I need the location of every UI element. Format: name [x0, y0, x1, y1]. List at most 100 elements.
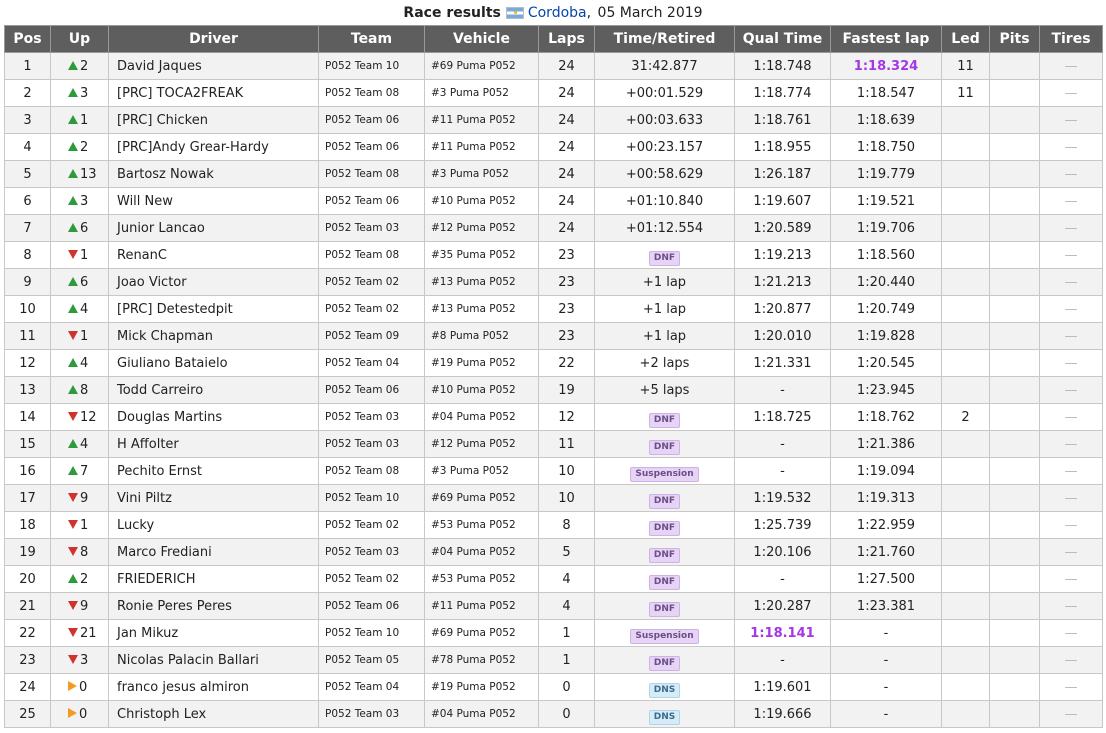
led-cell: 11: [941, 52, 990, 80]
fastest-lap-value: 1:27.500: [856, 571, 916, 587]
time-value: 31:42.877: [631, 58, 698, 74]
driver-cell: Mick Chapman: [108, 322, 319, 350]
time-value: +00:01.529: [625, 85, 704, 101]
position-change-value: 1: [80, 247, 89, 263]
led-cell: [941, 700, 990, 728]
laps-cell: 24: [538, 133, 595, 161]
status-badge: DNF: [648, 601, 681, 617]
position-change-cell: 13: [50, 160, 109, 188]
team-cell: P052 Team 05: [318, 646, 425, 674]
pits-cell: [989, 484, 1040, 512]
qual-time-cell: 1:18.748: [734, 52, 831, 80]
pos-cell: 23: [4, 646, 51, 674]
tires-cell: —: [1039, 295, 1103, 323]
triangle-up-icon: [68, 222, 78, 232]
team-cell: P052 Team 06: [318, 376, 425, 404]
vehicle-cell: #8 Puma P052: [424, 322, 539, 350]
fastest-lap-cell: 1:22.959: [830, 511, 942, 539]
time-cell: DNF: [594, 565, 735, 593]
position-change-cell: 9: [50, 484, 109, 512]
tires-cell: —: [1039, 511, 1103, 539]
laps-cell: 0: [538, 700, 595, 728]
driver-cell: Lucky: [108, 511, 319, 539]
vehicle-cell: #12 Puma P052: [424, 430, 539, 458]
fastest-lap-cell: 1:19.094: [830, 457, 942, 485]
fastest-lap-cell: 1:23.945: [830, 376, 942, 404]
qual-time-cell: 1:21.331: [734, 349, 831, 377]
time-cell: DNS: [594, 673, 735, 701]
caption-date: 05 March 2019: [597, 4, 703, 21]
position-change-value: 13: [80, 166, 97, 182]
fastest-lap-cell: 1:19.313: [830, 484, 942, 512]
tires-cell: —: [1039, 484, 1103, 512]
vehicle-cell: #35 Puma P052: [424, 241, 539, 269]
driver-cell: [PRC] TOCA2FREAK: [108, 79, 319, 107]
led-cell: [941, 565, 990, 593]
driver-cell: Todd Carreiro: [108, 376, 319, 404]
triangle-up-icon: [68, 276, 78, 286]
led-cell: [941, 214, 990, 242]
time-value: +00:58.629: [625, 166, 704, 182]
status-badge: DNF: [648, 574, 681, 590]
team-cell: P052 Team 10: [318, 52, 425, 80]
pos-cell: 25: [4, 700, 51, 728]
qual-time-cell: 1:19.213: [734, 241, 831, 269]
team-cell: P052 Team 04: [318, 349, 425, 377]
vehicle-cell: #12 Puma P052: [424, 214, 539, 242]
qual-time-value: 1:20.589: [753, 220, 812, 236]
position-change-cell: 3: [50, 646, 109, 674]
table-row: 8 1 RenanC P052 Team 08 #35 Puma P052 23 DNF 1:…: [4, 241, 1103, 269]
driver-cell: Will New: [108, 187, 319, 215]
qual-time-value: -: [780, 463, 785, 479]
led-cell: [941, 133, 990, 161]
triangle-up-icon: [68, 384, 78, 394]
led-cell: 11: [941, 79, 990, 107]
fastest-lap-cell: -: [830, 700, 942, 728]
tires-cell: —: [1039, 106, 1103, 134]
team-cell: P052 Team 02: [318, 511, 425, 539]
time-value: +1 lap: [642, 328, 687, 344]
position-change-cell: 1: [50, 106, 109, 134]
qual-time-value: 1:18.955: [753, 139, 812, 155]
fastest-lap-cell: -: [830, 619, 942, 647]
triangle-down-icon: [68, 411, 78, 421]
position-change-cell: 7: [50, 457, 109, 485]
position-change-cell: 3: [50, 187, 109, 215]
fastest-lap-value: 1:18.762: [856, 409, 916, 425]
position-change-value: 2: [80, 58, 89, 74]
header-row: Pos Up Driver Team Vehicle Laps Time/Ret…: [4, 25, 1103, 53]
time-cell: +01:12.554: [594, 214, 735, 242]
caption-place-link[interactable]: Cordoba: [528, 5, 587, 21]
position-change-value: 7: [80, 463, 89, 479]
pits-cell: [989, 430, 1040, 458]
time-cell: +00:58.629: [594, 160, 735, 188]
pos-cell: 20: [4, 565, 51, 593]
vehicle-cell: #11 Puma P052: [424, 592, 539, 620]
triangle-up-icon: [68, 195, 78, 205]
time-cell: DNF: [594, 430, 735, 458]
fastest-lap-cell: 1:18.639: [830, 106, 942, 134]
pos-cell: 2: [4, 79, 51, 107]
time-cell: +1 lap: [594, 268, 735, 296]
triangle-down-icon: [68, 519, 78, 529]
driver-cell: [PRC]Andy Grear-Hardy: [108, 133, 319, 161]
driver-cell: Nicolas Palacin Ballari: [108, 646, 319, 674]
team-cell: P052 Team 03: [318, 214, 425, 242]
fastest-lap-value: 1:23.381: [856, 598, 916, 614]
team-cell: P052 Team 03: [318, 538, 425, 566]
vehicle-cell: #19 Puma P052: [424, 673, 539, 701]
pos-cell: 15: [4, 430, 51, 458]
status-badge: Suspension: [630, 466, 699, 482]
position-change-value: 2: [80, 571, 89, 587]
qual-time-value: -: [780, 652, 785, 668]
status-badge: DNF: [648, 412, 681, 428]
fastest-lap-value: 1:18.324: [853, 58, 919, 74]
status-badge: DNF: [648, 439, 681, 455]
qual-time-cell: 1:19.601: [734, 673, 831, 701]
header-pits: Pits: [989, 25, 1040, 53]
laps-cell: 24: [538, 214, 595, 242]
triangle-right-icon: [68, 681, 77, 691]
laps-cell: 4: [538, 565, 595, 593]
qual-time-cell: 1:18.725: [734, 403, 831, 431]
table-row: 11 1 Mick Chapman P052 Team 09 #8 Puma P052 2…: [4, 322, 1103, 350]
